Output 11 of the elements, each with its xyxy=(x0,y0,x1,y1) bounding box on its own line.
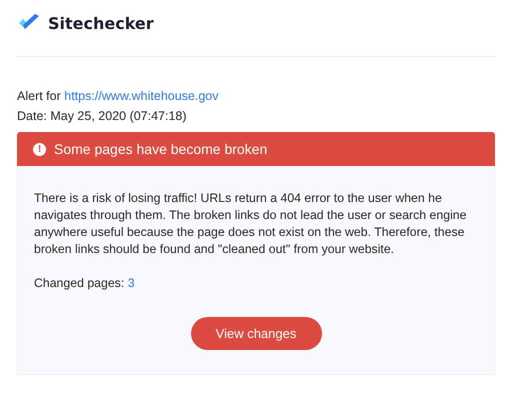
view-changes-button[interactable]: View changes xyxy=(190,317,322,350)
changed-pages-label: Changed pages: xyxy=(34,276,124,290)
changed-count-link[interactable]: 3 xyxy=(128,276,135,290)
brand-name: Sitechecker xyxy=(48,14,154,32)
checkmark-logo-icon xyxy=(17,14,41,32)
description-text: There is a risk of losing traffic! URLs return a 404 error to the user when he navigates through them. The broken links do not lead the user or search engine anywhere useful because the page does not exist on the web. Therefore, these broken links should be found and "cleaned out" from your website. xyxy=(34,190,468,258)
warning-icon: ! xyxy=(33,142,46,156)
alert-date: Date: May 25, 2020 (07:47:18) xyxy=(17,108,188,125)
site-link[interactable]: https://www.whitehouse.gov xyxy=(64,89,218,103)
alert-label: Alert for xyxy=(17,89,61,103)
banner-title: Some pages have become broken xyxy=(54,141,268,157)
